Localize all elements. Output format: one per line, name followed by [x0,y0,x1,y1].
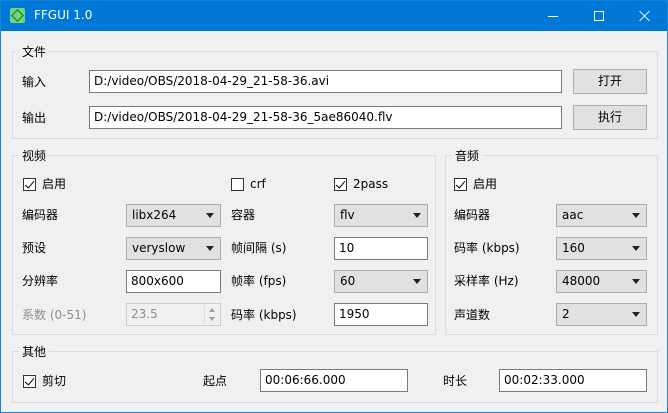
video-group-title: 视频 [19,147,50,164]
samplerate-select[interactable]: 48000 [556,270,647,293]
samplerate-label: 采样率 (Hz) [454,274,519,288]
chevron-down-icon [632,213,640,218]
channels-select[interactable]: 2 [556,303,647,326]
fps-select[interactable]: 60 [334,270,428,293]
video-encoder-label: 编码器 [22,208,59,222]
chevron-down-icon [206,246,214,251]
input-label: 输入 [22,75,47,89]
other-group-title: 其他 [19,343,50,360]
audio-enable-label[interactable]: 启用 [473,176,497,192]
open-button[interactable]: 打开 [573,69,647,94]
twopass-checkbox[interactable] [334,178,347,191]
app-window: FFGUI 1.0 文件 输入 D:/video/OBS/2018-04-29_… [0,0,668,413]
chevron-down-icon [206,213,214,218]
resolution-label: 分辨率 [22,274,59,288]
container-select[interactable]: flv [334,204,428,227]
resolution-field[interactable]: 800x600 [126,270,221,293]
video-enable-checkbox[interactable] [23,178,36,191]
duration-field[interactable]: 00:02:33.000 [499,369,647,392]
close-button[interactable] [622,1,668,31]
cut-label[interactable]: 剪切 [42,373,66,389]
coef-spinbox: 23.5 [126,303,221,326]
coef-spin-buttons [204,305,219,324]
video-bitrate-field[interactable]: 1950 [334,303,428,326]
chevron-down-icon [632,279,640,284]
coef-value: 23.5 [131,307,158,321]
audio-bitrate-select[interactable]: 160 [556,237,647,260]
keyframe-label: 帧间隔 (s) [231,241,287,255]
maximize-button[interactable] [576,1,622,31]
chevron-down-icon [632,246,640,251]
video-encoder-value: libx264 [132,208,177,222]
minimize-icon [548,16,558,17]
audio-enable-checkbox[interactable] [454,178,467,191]
duration-label: 时长 [443,374,468,388]
audio-bitrate-value: 160 [562,241,585,255]
preset-select[interactable]: veryslow [126,237,221,260]
chevron-down-icon [413,279,421,284]
audio-bitrate-label: 码率 (kbps) [454,241,520,255]
output-path-field[interactable]: D:/video/OBS/2018-04-29_21-58-36_5ae8604… [89,106,562,129]
output-label: 输出 [22,111,47,125]
minimize-button[interactable] [530,1,576,31]
chevron-down-icon [413,213,421,218]
chevron-down-icon [632,312,640,317]
container-label: 容器 [231,208,256,222]
video-bitrate-label: 码率 (kbps) [231,308,297,322]
channels-value: 2 [562,307,570,321]
audio-group-title: 音频 [452,147,483,164]
coef-label: 系数 (0-51) [22,308,87,322]
audio-encoder-label: 编码器 [454,208,491,222]
file-group-title: 文件 [19,43,50,60]
audio-encoder-value: aac [562,208,584,222]
cut-checkbox[interactable] [23,375,36,388]
run-button[interactable]: 执行 [573,105,647,130]
audio-encoder-select[interactable]: aac [556,204,647,227]
input-path-field[interactable]: D:/video/OBS/2018-04-29_21-58-36.avi [89,70,562,93]
video-enable-label[interactable]: 启用 [42,176,66,192]
start-label: 起点 [203,374,228,388]
samplerate-value: 48000 [562,274,601,288]
crf-checkbox[interactable] [231,178,244,191]
preset-label: 预设 [22,241,47,255]
app-icon [10,8,25,23]
fps-label: 帧率 (fps) [231,274,287,288]
title-bar[interactable]: FFGUI 1.0 [1,1,667,31]
container-value: flv [340,208,355,222]
twopass-label[interactable]: 2pass [353,176,388,192]
preset-value: veryslow [132,241,186,255]
spin-down-icon [205,314,219,324]
keyframe-field[interactable]: 10 [334,237,428,260]
channels-label: 声道数 [454,308,491,322]
fps-value: 60 [340,274,356,288]
start-time-field[interactable]: 00:06:66.000 [260,369,408,392]
window-title: FFGUI 1.0 [34,8,93,22]
maximize-icon [594,11,604,21]
video-encoder-select[interactable]: libx264 [126,204,221,227]
crf-label[interactable]: crf [250,176,266,192]
